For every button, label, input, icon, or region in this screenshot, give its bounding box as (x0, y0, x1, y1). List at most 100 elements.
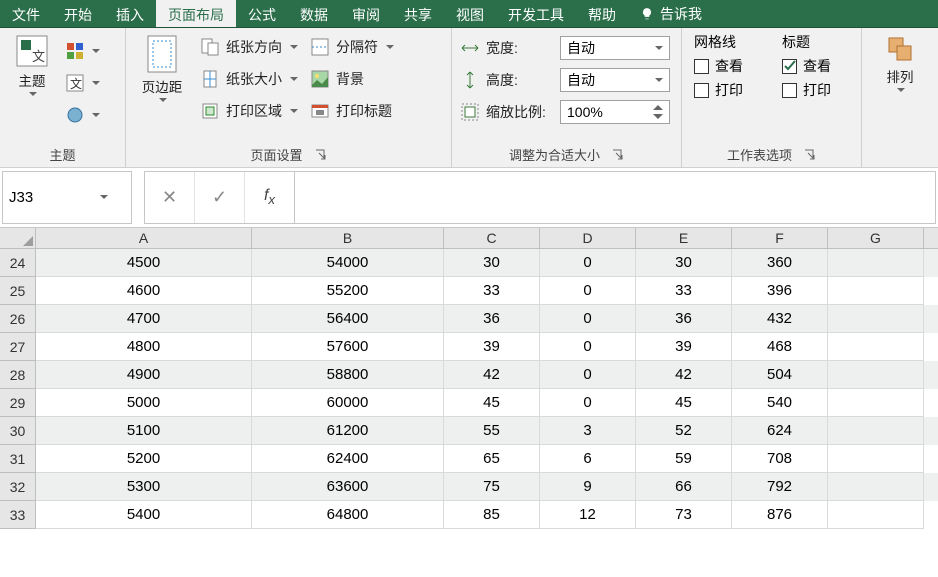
column-header[interactable]: D (540, 228, 636, 248)
cell[interactable]: 0 (540, 389, 636, 417)
cell[interactable]: 57600 (252, 333, 444, 361)
cell[interactable]: 4800 (36, 333, 252, 361)
cell[interactable]: 30 (636, 249, 732, 277)
cell[interactable]: 468 (732, 333, 828, 361)
arrange-button[interactable]: 排列 (875, 32, 925, 95)
dialog-launcher-icon[interactable] (804, 149, 816, 161)
dialog-launcher-icon[interactable] (612, 149, 624, 161)
tab-help[interactable]: 帮助 (576, 0, 628, 27)
row-header[interactable]: 27 (0, 333, 36, 361)
column-header[interactable]: C (444, 228, 540, 248)
cell[interactable]: 45 (636, 389, 732, 417)
cell[interactable]: 39 (636, 333, 732, 361)
column-header[interactable]: A (36, 228, 252, 248)
tab-home[interactable]: 开始 (52, 0, 104, 27)
theme-fonts-button[interactable]: 文 (62, 68, 104, 98)
column-header[interactable]: F (732, 228, 828, 248)
column-header[interactable]: G (828, 228, 924, 248)
cell[interactable]: 42 (636, 361, 732, 389)
cell[interactable]: 0 (540, 333, 636, 361)
cell[interactable]: 4600 (36, 277, 252, 305)
cell[interactable]: 55200 (252, 277, 444, 305)
cell[interactable]: 5200 (36, 445, 252, 473)
cell[interactable]: 5300 (36, 473, 252, 501)
row-header[interactable]: 24 (0, 249, 36, 277)
cell[interactable]: 75 (444, 473, 540, 501)
cell[interactable]: 73 (636, 501, 732, 529)
background-button[interactable]: 背景 (306, 64, 398, 94)
cell[interactable]: 5400 (36, 501, 252, 529)
cell[interactable]: 60000 (252, 389, 444, 417)
cell[interactable]: 55 (444, 417, 540, 445)
tab-file[interactable]: 文件 (0, 0, 52, 27)
print-titles-button[interactable]: 打印标题 (306, 96, 398, 126)
themes-button[interactable]: 文 主题 (6, 32, 58, 99)
cell[interactable] (828, 389, 924, 417)
column-header[interactable]: B (252, 228, 444, 248)
cell[interactable]: 54000 (252, 249, 444, 277)
cell[interactable]: 4500 (36, 249, 252, 277)
cell[interactable]: 5000 (36, 389, 252, 417)
cell[interactable]: 33 (636, 277, 732, 305)
name-box[interactable] (2, 171, 132, 224)
cell[interactable]: 6 (540, 445, 636, 473)
cell[interactable]: 36 (636, 305, 732, 333)
cell[interactable]: 56400 (252, 305, 444, 333)
cell[interactable]: 4900 (36, 361, 252, 389)
cell[interactable]: 39 (444, 333, 540, 361)
select-all-corner[interactable] (0, 228, 36, 248)
cell[interactable]: 52 (636, 417, 732, 445)
cell[interactable]: 4700 (36, 305, 252, 333)
cell[interactable]: 30 (444, 249, 540, 277)
tell-me[interactable]: 告诉我 (630, 0, 712, 27)
cell[interactable]: 5100 (36, 417, 252, 445)
cell[interactable]: 58800 (252, 361, 444, 389)
tab-developer[interactable]: 开发工具 (496, 0, 576, 27)
breaks-button[interactable]: 分隔符 (306, 32, 398, 62)
tab-share[interactable]: 共享 (392, 0, 444, 27)
cell[interactable] (828, 305, 924, 333)
theme-colors-button[interactable] (62, 36, 104, 66)
cancel-button[interactable]: ✕ (145, 172, 195, 223)
tab-formulas[interactable]: 公式 (236, 0, 288, 27)
cell[interactable]: 3 (540, 417, 636, 445)
cell[interactable]: 0 (540, 249, 636, 277)
tab-data[interactable]: 数据 (288, 0, 340, 27)
cell[interactable]: 66 (636, 473, 732, 501)
cell[interactable] (828, 473, 924, 501)
cell[interactable]: 9 (540, 473, 636, 501)
gridlines-print-checkbox[interactable]: 打印 (694, 80, 764, 100)
cell[interactable]: 624 (732, 417, 828, 445)
cell[interactable]: 708 (732, 445, 828, 473)
width-combo[interactable]: 自动 (560, 36, 670, 60)
cell[interactable]: 0 (540, 305, 636, 333)
name-box-input[interactable] (3, 189, 93, 206)
cell[interactable] (828, 445, 924, 473)
scale-spinner[interactable]: 100% (560, 100, 670, 124)
tab-page-layout[interactable]: 页面布局 (156, 0, 236, 27)
chevron-down-icon[interactable] (93, 195, 115, 200)
row-header[interactable]: 28 (0, 361, 36, 389)
cell[interactable]: 61200 (252, 417, 444, 445)
print-area-button[interactable]: 打印区域 (196, 96, 302, 126)
row-header[interactable]: 33 (0, 501, 36, 529)
cell[interactable]: 62400 (252, 445, 444, 473)
cell[interactable]: 36 (444, 305, 540, 333)
cell[interactable] (828, 361, 924, 389)
cell[interactable]: 0 (540, 361, 636, 389)
cell[interactable]: 540 (732, 389, 828, 417)
row-header[interactable]: 26 (0, 305, 36, 333)
cell[interactable]: 432 (732, 305, 828, 333)
tab-review[interactable]: 审阅 (340, 0, 392, 27)
cell[interactable] (828, 417, 924, 445)
cell[interactable] (828, 501, 924, 529)
enter-button[interactable]: ✓ (195, 172, 245, 223)
orientation-button[interactable]: 纸张方向 (196, 32, 302, 62)
cell[interactable]: 504 (732, 361, 828, 389)
row-header[interactable]: 25 (0, 277, 36, 305)
cell[interactable] (828, 333, 924, 361)
cell[interactable]: 59 (636, 445, 732, 473)
cell[interactable]: 360 (732, 249, 828, 277)
cell[interactable]: 0 (540, 277, 636, 305)
cell[interactable]: 33 (444, 277, 540, 305)
